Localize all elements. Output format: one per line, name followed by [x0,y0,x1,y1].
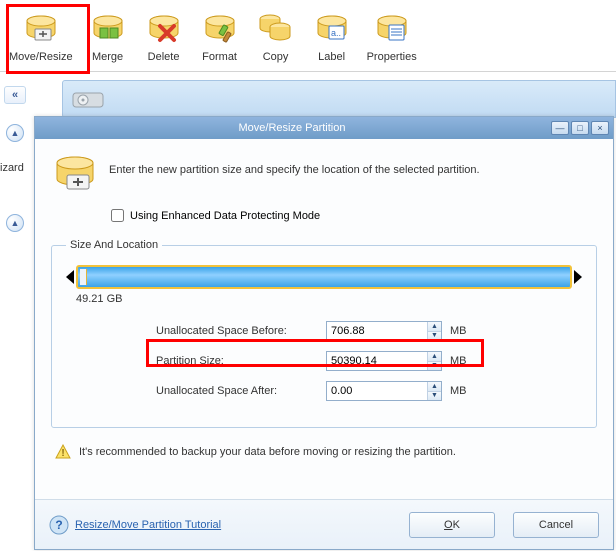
main-toolbar: Move/Resize Merge Delete Format Copy a..… [0,0,616,72]
db-properties-icon [371,7,413,49]
collapse-sidebar-button[interactable]: « [4,86,26,104]
toolbar-label: Label [318,51,345,63]
svg-text:?: ? [55,518,62,532]
toolbar-label: Properties [367,51,417,63]
size-location-group: Size And Location 49.21 GB Unallocated S… [51,239,597,428]
spin-down[interactable]: ▼ [428,332,441,341]
db-label-icon: a.. [311,7,353,49]
svg-text:!: ! [61,448,64,459]
close-button[interactable]: × [591,121,609,135]
enhanced-mode-checkbox[interactable] [111,209,124,222]
db-delete-icon [143,7,185,49]
toolbar-label: Format [202,51,237,63]
minimize-button[interactable]: — [551,121,569,135]
dialog-title: Move/Resize Partition [35,122,549,134]
unalloc-before-label: Unallocated Space Before: [156,325,326,337]
toolbar-move-resize[interactable]: Move/Resize [2,4,80,69]
spin-up[interactable]: ▲ [428,322,441,332]
field-partition-size: Partition Size: ▲ ▼ MB [66,351,582,371]
slider-handle-right[interactable] [574,270,582,284]
db-format-icon [199,7,241,49]
toolbar-properties[interactable]: Properties [360,4,424,69]
enhanced-mode-label: Using Enhanced Data Protecting Mode [130,210,320,222]
help-area: ? Resize/Move Partition Tutorial [49,515,391,535]
dialog-body: Enter the new partition size and specify… [35,139,613,499]
dialog-titlebar[interactable]: Move/Resize Partition — □ × [35,117,613,139]
dialog-footer: ? Resize/Move Partition Tutorial OK Canc… [35,499,613,549]
sidebar-wizard-label: izard [0,162,32,174]
toolbar-label-cmd[interactable]: a.. Label [304,4,360,69]
tutorial-link[interactable]: Resize/Move Partition Tutorial [75,519,221,531]
unalloc-before-spinner: ▲ ▼ [326,321,442,341]
spin-up[interactable]: ▲ [428,352,441,362]
hard-disk-icon [71,87,105,111]
partition-size-text: 49.21 GB [76,293,580,305]
partition-size-spinner: ▲ ▼ [326,351,442,371]
slider-handle-left[interactable] [66,270,74,284]
svg-text:a..: a.. [331,28,341,38]
unalloc-after-spinner: ▲ ▼ [326,381,442,401]
unit-label: MB [450,325,474,337]
toolbar-label: Merge [92,51,123,63]
toolbar-label: Copy [263,51,289,63]
toolbar-label: Move/Resize [9,51,73,63]
db-copy-icon [255,7,297,49]
dialog-instruction: Enter the new partition size and specify… [109,164,480,176]
spin-down[interactable]: ▼ [428,362,441,371]
toolbar-copy[interactable]: Copy [248,4,304,69]
sidebar-up-button-2[interactable]: ▲ [6,214,24,232]
sidebar: « ▲ izard ▲ [0,86,32,232]
unit-label: MB [450,355,474,367]
partition-slider[interactable] [76,265,572,289]
toolbar-label: Delete [148,51,180,63]
warning-text: It's recommended to backup your data bef… [79,446,456,458]
help-icon: ? [49,515,69,535]
warning-icon: ! [55,444,71,460]
slider-unallocated-region [80,269,87,285]
field-unalloc-before: Unallocated Space Before: ▲ ▼ MB [66,321,582,341]
toolbar-format[interactable]: Format [192,4,248,69]
spin-up[interactable]: ▲ [428,382,441,392]
disk-overview-strip[interactable] [62,80,616,118]
maximize-button[interactable]: □ [571,121,589,135]
cancel-button[interactable]: Cancel [513,512,599,538]
partition-size-label: Partition Size: [156,355,326,367]
move-resize-dialog: Move/Resize Partition — □ × Enter the ne… [34,116,614,550]
unalloc-after-label: Unallocated Space After: [156,385,326,397]
unalloc-before-input[interactable] [327,322,427,340]
ok-button[interactable]: OK [409,512,495,538]
unit-label: MB [450,385,474,397]
partition-size-input[interactable] [327,352,427,370]
partition-big-icon [51,149,99,200]
toolbar-delete[interactable]: Delete [136,4,192,69]
db-merge-icon [87,7,129,49]
field-unalloc-after: Unallocated Space After: ▲ ▼ MB [66,381,582,401]
toolbar-merge[interactable]: Merge [80,4,136,69]
warning-row: ! It's recommended to backup your data b… [51,444,597,460]
sidebar-up-button[interactable]: ▲ [6,124,24,142]
db-move-resize-icon [20,7,62,49]
spin-down[interactable]: ▼ [428,392,441,401]
unalloc-after-input[interactable] [327,382,427,400]
size-location-legend: Size And Location [66,239,162,251]
